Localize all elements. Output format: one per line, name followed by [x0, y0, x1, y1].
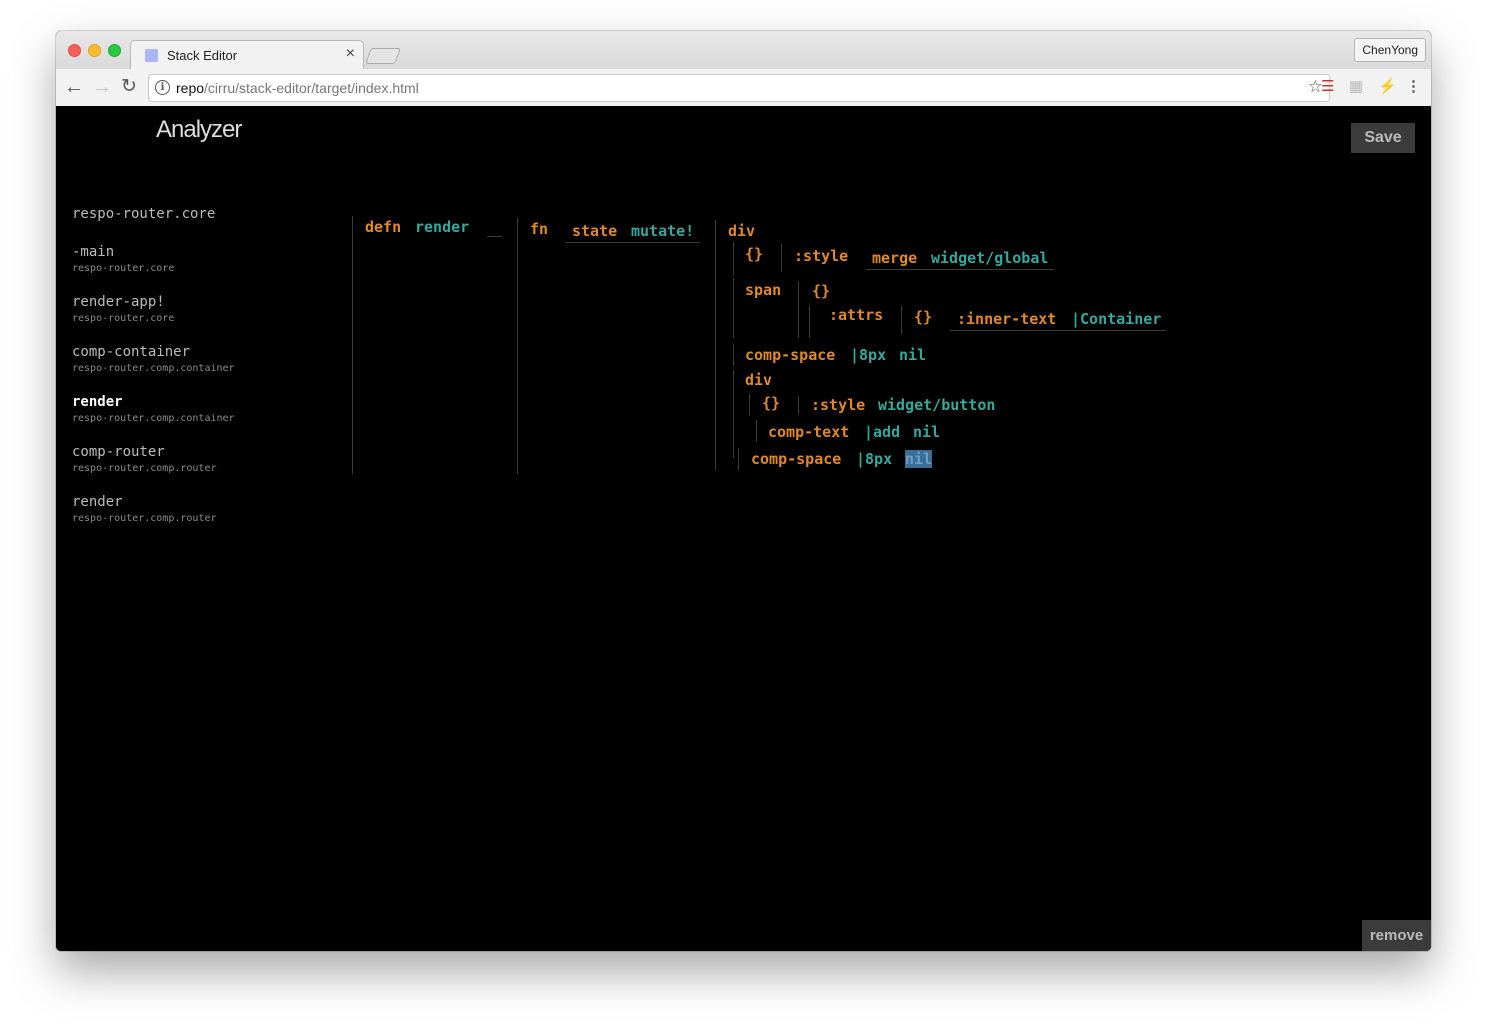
stack-item[interactable]: render respo-router.comp.router	[72, 494, 352, 544]
token-container-string[interactable]: |Container	[1071, 310, 1161, 328]
reload-icon[interactable]: ↻	[121, 75, 137, 99]
empty-leaf-underline	[487, 236, 502, 237]
token-8px-string[interactable]: |8px	[850, 346, 886, 364]
stack-item-name: comp-container	[72, 344, 191, 360]
browser-tab[interactable]: Stack Editor ×	[130, 40, 364, 70]
expr-guide-line	[733, 278, 734, 338]
token-comp-space[interactable]: comp-space	[745, 346, 835, 364]
expr-guide-line	[738, 448, 739, 470]
stack-item[interactable]: comp-router respo-router.comp.router	[72, 444, 352, 494]
stack-list: respo-router.core -main respo-router.cor…	[72, 206, 352, 544]
expr-underline	[950, 330, 1166, 331]
profile-button[interactable]: ChenYong	[1354, 38, 1426, 62]
expr-underline	[866, 269, 1054, 270]
maximize-window-button[interactable]	[108, 44, 121, 57]
tab-title: Stack Editor	[167, 48, 238, 63]
token-attrs-key[interactable]: :attrs	[829, 306, 883, 324]
token-style-key[interactable]: :style	[811, 396, 865, 414]
save-button[interactable]: Save	[1351, 123, 1415, 153]
token-div[interactable]: div	[728, 222, 755, 240]
expr-guide-line	[715, 220, 716, 470]
token-span[interactable]: span	[745, 281, 781, 299]
expr-guide-line	[756, 420, 757, 442]
token-comp-space[interactable]: comp-space	[751, 450, 841, 468]
forward-arrow-icon[interactable]: →	[92, 75, 112, 99]
expr-underline	[565, 242, 700, 243]
token-fn-name[interactable]: render	[415, 218, 469, 236]
token-nil-selected[interactable]: nil	[905, 450, 933, 468]
stack-item[interactable]: -main respo-router.core	[72, 244, 352, 294]
token-add-string[interactable]: |add	[864, 423, 900, 441]
browser-window: Stack Editor × ChenYong ← → ↻ i repo/cir…	[56, 31, 1431, 951]
tab-close-icon[interactable]: ×	[346, 45, 355, 63]
minimize-window-button[interactable]	[88, 44, 101, 57]
stack-item-namespace: respo-router.comp.router	[72, 513, 217, 524]
editor-page: Analyzer Save respo-router.core -main re…	[56, 106, 1431, 951]
stack-item-namespace: respo-router.core	[72, 263, 175, 274]
expr-guide-line	[781, 244, 782, 272]
expr-guide-line	[733, 344, 734, 366]
stack-item-name: render	[72, 394, 123, 410]
kebab-menu-icon[interactable]: ⋮	[1406, 78, 1421, 96]
token-map[interactable]: {}	[812, 282, 830, 300]
stack-item-name: -main	[72, 244, 115, 260]
token-map[interactable]: {}	[762, 394, 780, 412]
expr-guide-line	[798, 281, 799, 338]
token-nil[interactable]: nil	[913, 423, 940, 441]
expr-guide-line	[798, 396, 799, 414]
expr-guide-line	[517, 218, 518, 474]
stack-item-active[interactable]: render respo-router.comp.container	[72, 394, 352, 444]
expr-guide-line	[901, 306, 902, 334]
stack-item-name: render-app!	[72, 294, 165, 310]
token-comp-text[interactable]: comp-text	[768, 423, 849, 441]
close-window-button[interactable]	[68, 44, 81, 57]
token-inner-text-key[interactable]: :inner-text	[957, 310, 1056, 328]
expr-guide-line	[749, 394, 750, 416]
token-merge[interactable]: merge	[872, 249, 917, 267]
remove-button[interactable]: remove	[1362, 920, 1431, 951]
stack-item-namespace: respo-router.core	[72, 313, 175, 324]
extension-icon[interactable]: ▦	[1349, 78, 1363, 96]
new-tab-button[interactable]	[365, 48, 401, 64]
stack-item-namespace: respo-router.comp.router	[72, 463, 217, 474]
url-text[interactable]: repo/cirru/stack-editor/target/index.htm…	[176, 80, 419, 96]
token-map[interactable]: {}	[914, 308, 932, 326]
stack-item-name: render	[72, 494, 123, 510]
token-arg-state[interactable]: state	[572, 222, 617, 240]
browser-toolbar: ← → ↻ i repo/cirru/stack-editor/target/i…	[56, 69, 1431, 107]
expr-guide-line	[809, 306, 810, 338]
stack-item[interactable]: render-app! respo-router.core	[72, 294, 352, 344]
tab-bar: Stack Editor × ChenYong	[56, 31, 1431, 70]
expr-guide-line	[733, 370, 734, 458]
info-icon[interactable]: i	[155, 80, 170, 95]
token-defn[interactable]: defn	[365, 218, 401, 236]
token-arg-mutate[interactable]: mutate!	[631, 222, 694, 240]
token-style-key[interactable]: :style	[794, 247, 848, 265]
extension-icon[interactable]: ☰	[1321, 78, 1334, 96]
expr-guide-line	[352, 216, 353, 474]
token-div[interactable]: div	[745, 371, 772, 389]
stack-item[interactable]: comp-container respo-router.comp.contain…	[72, 344, 352, 394]
token-widget-button[interactable]: widget/button	[878, 396, 995, 414]
stack-item-name: respo-router.core	[72, 206, 216, 222]
token-8px-string[interactable]: |8px	[856, 450, 892, 468]
stack-item-namespace: respo-router.comp.container	[72, 363, 235, 374]
stack-item-namespace: respo-router.comp.container	[72, 413, 235, 424]
page-title: Analyzer	[156, 116, 242, 143]
lightning-icon[interactable]: ⚡	[1378, 78, 1397, 96]
stack-item[interactable]: respo-router.core	[72, 206, 352, 244]
token-nil[interactable]: nil	[899, 346, 926, 364]
token-widget-global[interactable]: widget/global	[931, 249, 1048, 267]
favicon-icon	[145, 49, 158, 62]
back-arrow-icon[interactable]: ←	[64, 75, 84, 99]
stack-item-name: comp-router	[72, 444, 165, 460]
token-map[interactable]: {}	[745, 245, 763, 263]
expr-guide-line	[733, 242, 734, 275]
token-fn[interactable]: fn	[530, 220, 548, 238]
address-bar[interactable]: i repo/cirru/stack-editor/target/index.h…	[148, 74, 1330, 102]
